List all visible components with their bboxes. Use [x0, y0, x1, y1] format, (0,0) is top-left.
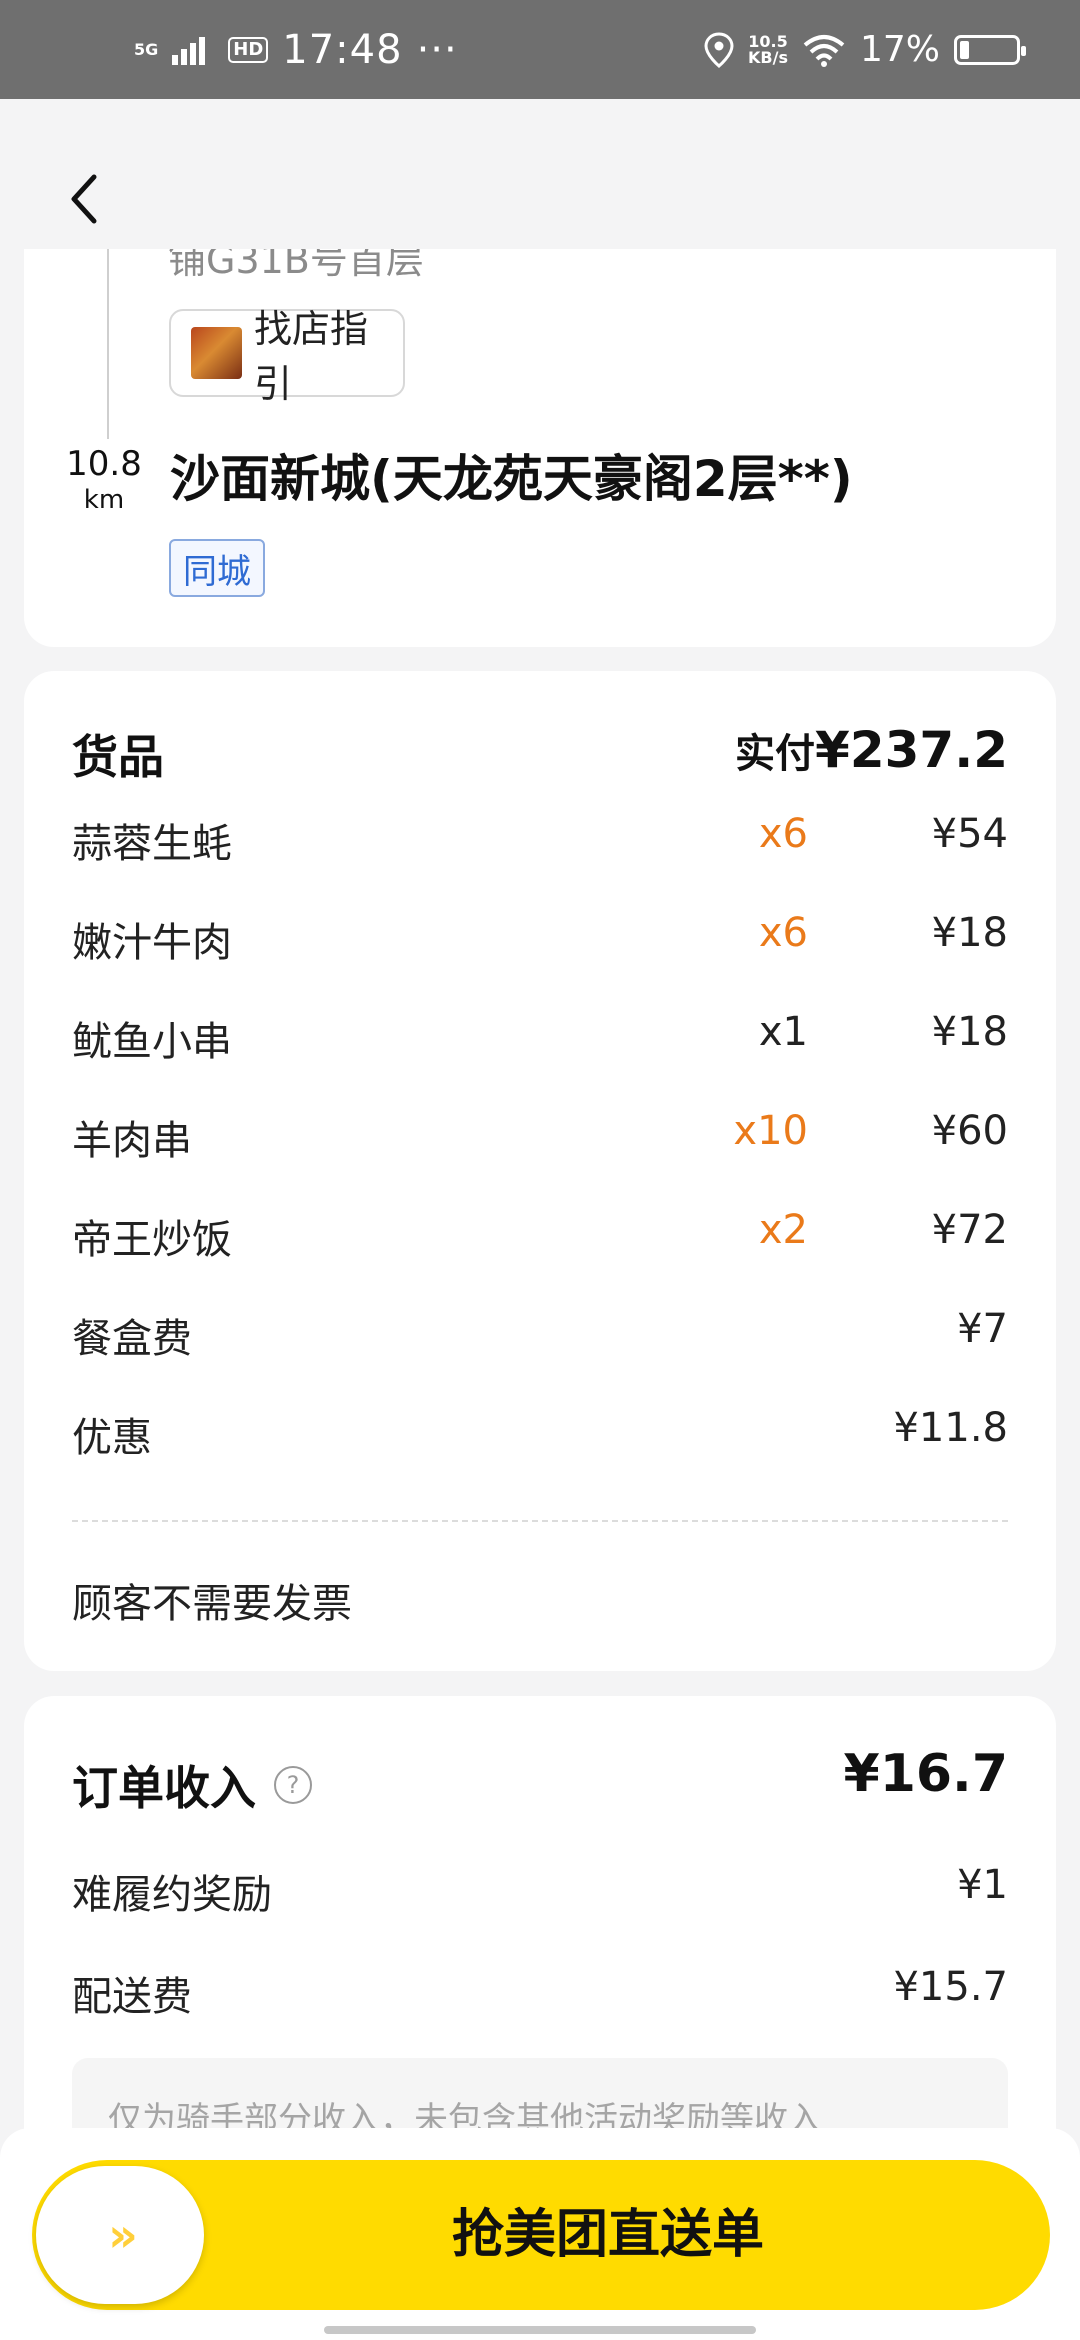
- swipe-slider-knob[interactable]: »: [36, 2166, 204, 2304]
- income-row-label: 难履约奖励: [72, 1872, 272, 1918]
- goods-item-name: 羊肉串: [72, 1118, 192, 1164]
- income-title: 订单收入: [72, 1761, 256, 1815]
- goods-total: 实付¥237.2: [735, 721, 1008, 779]
- bottom-action-bar: 抢美团直送单 »: [0, 2128, 1080, 2340]
- dashed-divider: [72, 1520, 1008, 1522]
- store-guide-button[interactable]: 找店指引: [169, 307, 405, 406]
- invoice-note: 顾客不需要发票: [72, 1581, 352, 1627]
- distance-value: 10.8: [66, 444, 142, 484]
- goods-item-row: 羊肉串 x10 ¥60: [72, 1108, 1008, 1168]
- grab-order-button[interactable]: 抢美团直送单 »: [32, 2160, 1050, 2310]
- goods-item-price: ¥18: [931, 910, 1008, 956]
- route-card: 铺G31B号首层 找店指引 10.8 km 沙面新城(天龙苑天豪阁2层**) 同…: [24, 249, 1056, 647]
- distance-unit: km: [83, 485, 125, 515]
- goods-card: 货品 实付¥237.2 蒜蓉生蚝 x6 ¥54 嫩汁牛肉 x6 ¥18 鱿鱼小串…: [24, 671, 1056, 1671]
- income-row: 配送费 ¥15.7: [72, 1964, 1008, 2022]
- income-title-wrap: 订单收入 ?: [72, 1752, 312, 1818]
- goods-item-name: 鱿鱼小串: [72, 1019, 232, 1065]
- discount-row: 优惠 ¥11.8: [72, 1405, 1008, 1465]
- income-row-label: 配送费: [72, 1974, 192, 2020]
- goods-item-row: 帝王炒饭 x2 ¥72: [72, 1207, 1008, 1267]
- discount-label: 优惠: [72, 1415, 152, 1461]
- route-line: [107, 249, 109, 439]
- help-icon[interactable]: ?: [274, 1766, 312, 1804]
- goods-item-price: ¥18: [931, 1009, 1008, 1055]
- hd-badge: HD: [228, 36, 269, 63]
- location-icon: [704, 31, 734, 68]
- income-row-value: ¥15.7: [893, 1964, 1008, 2010]
- goods-item-row: 蒜蓉生蚝 x6 ¥54: [72, 811, 1008, 871]
- status-left: 5G HD 17:48 ···: [134, 27, 458, 73]
- same-city-tag: 同城: [169, 539, 265, 597]
- destination-distance: 10.8 km: [64, 447, 144, 513]
- goods-item-row: 鱿鱼小串 x1 ¥18: [72, 1009, 1008, 1069]
- grab-order-label: 抢美团直送单: [452, 2205, 765, 2265]
- store-address: 铺G31B号首层: [168, 249, 424, 282]
- goods-item-name: 嫩汁牛肉: [72, 920, 232, 966]
- goods-total-amount: ¥237.2: [815, 721, 1008, 779]
- income-row-value: ¥1: [957, 1862, 1008, 1908]
- goods-item-qty: x2: [758, 1207, 808, 1253]
- status-right: 10.5 KB/s 17%: [704, 29, 1026, 70]
- income-row: 难履约奖励 ¥1: [72, 1862, 1008, 1920]
- box-fee-value: ¥7: [957, 1306, 1008, 1352]
- goods-item-qty: x10: [733, 1108, 808, 1154]
- goods-item-price: ¥72: [931, 1207, 1008, 1253]
- battery-percent: 17%: [859, 29, 940, 70]
- signal-icon: [172, 36, 206, 65]
- more-notifications-icon: ···: [416, 26, 458, 73]
- goods-total-label: 实付: [735, 731, 816, 777]
- goods-title: 货品: [72, 730, 164, 784]
- home-indicator[interactable]: [324, 2326, 756, 2334]
- clock: 17:48: [282, 26, 403, 73]
- goods-item-name: 帝王炒饭: [72, 1217, 232, 1263]
- goods-item-price: ¥54: [931, 811, 1008, 857]
- box-fee-label: 餐盒费: [72, 1316, 192, 1362]
- battery-icon: [954, 34, 1026, 65]
- discount-value: ¥11.8: [893, 1405, 1008, 1451]
- header: [0, 99, 1080, 249]
- box-fee-row: 餐盒费 ¥7: [72, 1306, 1008, 1366]
- network-speed-unit: KB/s: [748, 47, 788, 67]
- store-guide-label: 找店指引: [253, 307, 368, 406]
- goods-item-row: 嫩汁牛肉 x6 ¥18: [72, 910, 1008, 970]
- store-photo-thumbnail: [191, 327, 242, 379]
- goods-item-name: 蒜蓉生蚝: [72, 821, 232, 867]
- wifi-icon: [803, 34, 845, 67]
- goods-item-qty: x1: [758, 1009, 808, 1055]
- status-bar: 5G HD 17:48 ··· 10.5 KB/s 17%: [0, 0, 1080, 99]
- back-arrow-icon[interactable]: [62, 169, 110, 229]
- goods-item-qty: x6: [758, 910, 808, 956]
- network-speed: 10.5 KB/s: [748, 33, 788, 67]
- income-total: ¥16.7: [843, 1744, 1008, 1804]
- destination-name: 沙面新城(天龙苑天豪阁2层**): [170, 450, 853, 508]
- goods-item-price: ¥60: [931, 1108, 1008, 1154]
- double-chevron-right-icon: »: [108, 2208, 138, 2262]
- goods-item-qty: x6: [758, 811, 808, 857]
- network-indicator: 5G: [134, 39, 159, 59]
- battery-fill: [960, 40, 969, 59]
